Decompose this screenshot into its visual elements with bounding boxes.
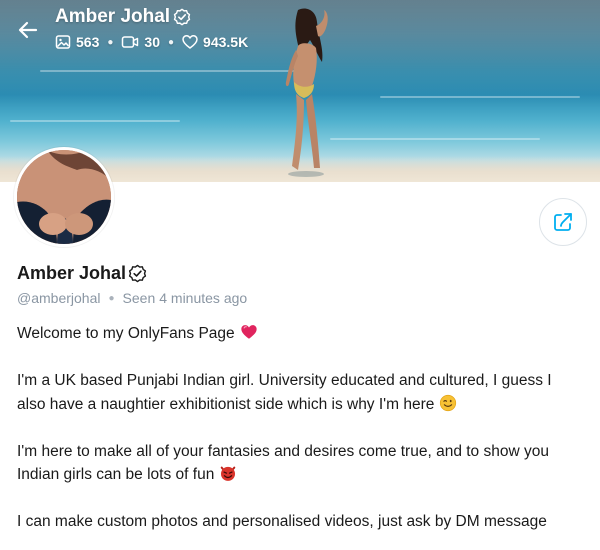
bio-line-about: I'm a UK based Punjabi Indian girl. Univ… <box>17 372 552 413</box>
smiling-devil-emoji <box>221 466 236 481</box>
seen-time: 4 minutes ago <box>159 290 248 306</box>
avatar-photo <box>17 150 111 244</box>
username-handle[interactable]: @amberjohal <box>17 290 100 306</box>
profile-page: Amber Johal 563 ● 30 ● 943.5K Amber Joha… <box>0 0 600 550</box>
avatar[interactable] <box>14 147 114 247</box>
heart-icon <box>182 35 198 49</box>
handle-row: @amberjohal ● Seen 4 minutes ago <box>17 290 247 306</box>
bio-line-custom: I can make custom photos and personalise… <box>17 513 547 530</box>
red-heart-emoji <box>241 325 257 339</box>
likes-count-text: 943.5K <box>203 34 249 50</box>
separator-dot: ● <box>108 292 115 304</box>
bio-paragraph: I'm here to make all of your fantasies a… <box>17 440 583 487</box>
bio-paragraph: I can make custom photos and personalise… <box>17 510 583 534</box>
profile-name-text: Amber Johal <box>17 263 127 283</box>
bio-paragraph: Welcome to my OnlyFans Page <box>17 322 583 346</box>
cover-title: Amber Johal <box>55 6 248 28</box>
cover-figure <box>285 8 328 177</box>
cover-stats: 563 ● 30 ● 943.5K <box>55 34 248 50</box>
photos-count[interactable]: 563 <box>55 34 99 50</box>
bio-paragraph: I'm a UK based Punjabi Indian girl. Univ… <box>17 369 583 416</box>
likes-count: 943.5K <box>182 34 248 50</box>
bio-line-fantasies: I'm here to make all of your fantasies a… <box>17 442 549 484</box>
video-icon <box>122 36 139 48</box>
share-button[interactable] <box>539 198 587 246</box>
profile-name: Amber Johal <box>17 263 147 284</box>
videos-count[interactable]: 30 <box>121 34 160 50</box>
back-button[interactable] <box>16 18 40 42</box>
photos-count-text: 563 <box>76 34 100 50</box>
image-icon <box>55 35 71 49</box>
cover-header: Amber Johal 563 ● 30 ● 943.5K <box>55 6 248 50</box>
verified-badge-icon <box>128 264 147 283</box>
arrow-left-icon <box>18 21 38 39</box>
seen-label: Seen <box>122 290 156 306</box>
cover-name-text: Amber Johal <box>55 6 171 27</box>
bio: Welcome to my OnlyFans Page I'm a UK bas… <box>17 322 583 550</box>
stat-separator: ● <box>107 36 114 48</box>
verified-badge-icon <box>173 8 191 26</box>
last-seen: Seen 4 minutes ago <box>123 290 248 306</box>
videos-count-text: 30 <box>144 34 160 50</box>
stat-separator: ● <box>167 36 175 48</box>
share-icon <box>554 213 572 231</box>
bio-line-welcome: Welcome to my OnlyFans Page <box>17 325 235 342</box>
winking-face-emoji <box>440 394 457 411</box>
